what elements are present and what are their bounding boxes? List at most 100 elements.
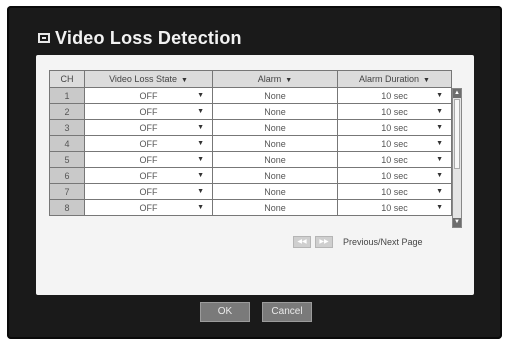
header-alarm-duration[interactable]: Alarm Duration ▼: [337, 70, 452, 88]
select-value: None: [264, 202, 286, 213]
channel-number: 4: [49, 135, 85, 152]
select-value: 10 sec: [381, 202, 408, 213]
alarm-select[interactable]: None: [212, 87, 338, 104]
chevron-down-icon: ▼: [436, 108, 443, 115]
arrow-left-icon: ◀◀: [297, 239, 307, 245]
video-loss-state-select[interactable]: OFF ▼: [84, 87, 213, 104]
select-value: None: [264, 90, 286, 101]
table-row: 8 OFF ▼ None 10 sec ▼: [49, 199, 452, 216]
video-loss-state-select[interactable]: OFF ▼: [84, 183, 213, 200]
select-value: OFF: [139, 154, 158, 165]
chevron-down-icon: ▼: [436, 124, 443, 131]
video-loss-state-select[interactable]: OFF ▼: [84, 199, 213, 216]
select-value: None: [264, 186, 286, 197]
next-page-button[interactable]: ▶▶: [315, 236, 333, 248]
chevron-down-icon: ▼: [436, 92, 443, 99]
chevron-down-icon: ▼: [436, 140, 443, 147]
alarm-duration-select[interactable]: 10 sec ▼: [337, 87, 452, 104]
chevron-down-icon: ▼: [423, 77, 430, 84]
table-header-row: CH Video Loss State ▼ Alarm ▼ Alarm Durati…: [49, 70, 452, 88]
page-navigation: ◀◀ ▶▶ Previous/Next Page: [293, 236, 423, 248]
select-value: None: [264, 106, 286, 117]
alarm-duration-select[interactable]: 10 sec ▼: [337, 135, 452, 152]
header-label: Video Loss State: [109, 74, 177, 84]
select-value: 10 sec: [381, 90, 408, 101]
video-loss-state-select[interactable]: OFF ▼: [84, 119, 213, 136]
ok-button[interactable]: OK: [200, 302, 250, 322]
header-alarm[interactable]: Alarm ▼: [212, 70, 338, 88]
channel-number: 8: [49, 199, 85, 216]
alarm-select[interactable]: None: [212, 151, 338, 168]
channel-table: CH Video Loss State ▼ Alarm ▼ Alarm Durati…: [49, 70, 452, 216]
chevron-down-icon: ▼: [436, 156, 443, 163]
scrollbar-thumb[interactable]: [454, 99, 460, 169]
select-value: 10 sec: [381, 170, 408, 181]
select-value: 10 sec: [381, 122, 408, 133]
alarm-duration-select[interactable]: 10 sec ▼: [337, 183, 452, 200]
scroll-down-icon[interactable]: ▼: [453, 218, 461, 227]
alarm-select[interactable]: None: [212, 135, 338, 152]
chevron-down-icon: ▼: [197, 172, 204, 179]
select-value: OFF: [139, 138, 158, 149]
select-value: 10 sec: [381, 106, 408, 117]
channel-number: 1: [49, 87, 85, 104]
header-ch: CH: [49, 70, 85, 88]
table-row: 1 OFF ▼ None 10 sec ▼: [49, 87, 452, 104]
alarm-duration-select[interactable]: 10 sec ▼: [337, 119, 452, 136]
scroll-up-icon[interactable]: ▲: [453, 89, 461, 98]
select-value: OFF: [139, 106, 158, 117]
video-loss-state-select[interactable]: OFF ▼: [84, 103, 213, 120]
header-label: Alarm: [257, 74, 282, 84]
video-loss-state-select[interactable]: OFF ▼: [84, 151, 213, 168]
select-value: OFF: [139, 122, 158, 133]
alarm-duration-select[interactable]: 10 sec ▼: [337, 199, 452, 216]
chevron-down-icon: ▼: [436, 204, 443, 211]
page-navigation-label: Previous/Next Page: [343, 237, 423, 247]
chevron-down-icon: ▼: [197, 188, 204, 195]
select-value: 10 sec: [381, 186, 408, 197]
table-scrollbar[interactable]: ▲ ▼: [452, 88, 462, 228]
select-value: None: [264, 122, 286, 133]
video-loss-state-select[interactable]: OFF ▼: [84, 167, 213, 184]
title-bar: Video Loss Detection: [38, 28, 242, 48]
chevron-down-icon: ▼: [436, 188, 443, 195]
chevron-down-icon: ▼: [197, 156, 204, 163]
dialog-title: Video Loss Detection: [55, 27, 242, 48]
alarm-duration-select[interactable]: 10 sec ▼: [337, 151, 452, 168]
select-value: None: [264, 138, 286, 149]
select-value: OFF: [139, 186, 158, 197]
select-value: 10 sec: [381, 138, 408, 149]
chevron-down-icon: ▼: [197, 108, 204, 115]
alarm-duration-select[interactable]: 10 sec ▼: [337, 167, 452, 184]
header-video-loss-state[interactable]: Video Loss State ▼: [84, 70, 213, 88]
monitor-icon: [38, 33, 50, 43]
channel-number: 5: [49, 151, 85, 168]
alarm-select[interactable]: None: [212, 199, 338, 216]
table-row: 7 OFF ▼ None 10 sec ▼: [49, 183, 452, 200]
alarm-select[interactable]: None: [212, 183, 338, 200]
cancel-button[interactable]: Cancel: [262, 302, 312, 322]
select-value: OFF: [139, 202, 158, 213]
video-loss-state-select[interactable]: OFF ▼: [84, 135, 213, 152]
channel-number: 3: [49, 119, 85, 136]
chevron-down-icon: ▼: [197, 140, 204, 147]
chevron-down-icon: ▼: [197, 204, 204, 211]
channel-number: 6: [49, 167, 85, 184]
table-row: 4 OFF ▼ None 10 sec ▼: [49, 135, 452, 152]
select-value: OFF: [139, 170, 158, 181]
alarm-select[interactable]: None: [212, 119, 338, 136]
header-label: Alarm Duration: [359, 74, 420, 84]
select-value: None: [264, 170, 286, 181]
channel-number: 7: [49, 183, 85, 200]
chevron-down-icon: ▼: [180, 77, 188, 84]
previous-page-button[interactable]: ◀◀: [293, 236, 311, 248]
alarm-select[interactable]: None: [212, 103, 338, 120]
chevron-down-icon: ▼: [285, 77, 293, 84]
table-row: 3 OFF ▼ None 10 sec ▼: [49, 119, 452, 136]
chevron-down-icon: ▼: [436, 172, 443, 179]
arrow-right-icon: ▶▶: [319, 239, 329, 245]
alarm-select[interactable]: None: [212, 167, 338, 184]
chevron-down-icon: ▼: [197, 124, 204, 131]
alarm-duration-select[interactable]: 10 sec ▼: [337, 103, 452, 120]
table-row: 2 OFF ▼ None 10 sec ▼: [49, 103, 452, 120]
